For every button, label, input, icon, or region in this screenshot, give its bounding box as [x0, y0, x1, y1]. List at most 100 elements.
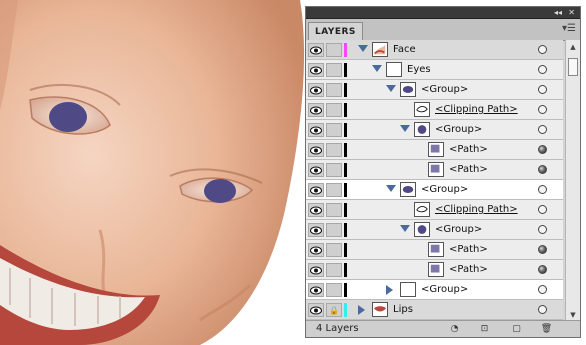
lock-toggle[interactable] — [326, 43, 342, 57]
target-circle-icon[interactable] — [538, 85, 547, 94]
target-circle-icon[interactable] — [538, 145, 547, 154]
layer-name[interactable]: <Clipping Path> — [435, 203, 518, 217]
lock-toggle[interactable] — [326, 223, 342, 237]
expanded-triangle-icon[interactable] — [386, 85, 396, 92]
visibility-eye-icon[interactable] — [308, 43, 324, 57]
layer-row[interactable]: Eyes — [306, 60, 563, 80]
layer-row[interactable]: <Group> — [306, 120, 563, 140]
layer-name[interactable]: Lips — [393, 303, 413, 317]
target-circle-icon[interactable] — [538, 105, 547, 114]
layer-row[interactable]: <Group> — [306, 280, 563, 300]
expanded-triangle-icon[interactable] — [372, 65, 382, 72]
close-icon[interactable]: ✕ — [568, 7, 575, 18]
layer-name[interactable]: <Path> — [449, 163, 488, 177]
lock-toggle[interactable] — [326, 143, 342, 157]
layer-row[interactable]: Face — [306, 40, 563, 60]
layer-name[interactable]: Face — [393, 43, 416, 57]
panel-menu-icon[interactable]: ▾☰ — [562, 23, 576, 34]
target-circle-icon[interactable] — [538, 225, 547, 234]
expanded-triangle-icon[interactable] — [400, 125, 410, 132]
collapsed-triangle-icon[interactable] — [386, 285, 393, 295]
layer-row[interactable]: <Clipping Path> — [306, 100, 563, 120]
layer-name[interactable]: <Path> — [449, 263, 488, 277]
layer-row[interactable]: <Path> — [306, 240, 563, 260]
layer-row[interactable]: <Path> — [306, 260, 563, 280]
lock-toggle[interactable] — [326, 103, 342, 117]
layer-name[interactable]: <Group> — [435, 123, 482, 137]
lock-toggle[interactable] — [326, 163, 342, 177]
tab-layers[interactable]: LAYERS — [308, 22, 363, 41]
collapse-icon[interactable]: ◂◂ — [554, 7, 562, 18]
lock-toggle[interactable] — [326, 203, 342, 217]
visibility-eye-icon[interactable] — [308, 203, 324, 217]
scroll-down-icon[interactable]: ▼ — [568, 310, 578, 320]
layer-name[interactable]: <Group> — [421, 283, 468, 297]
target-circle-icon[interactable] — [538, 285, 547, 294]
layer-thumbnail — [386, 62, 402, 77]
layer-color-swatch — [344, 43, 347, 57]
layer-name[interactable]: <Clipping Path> — [435, 103, 518, 117]
target-circle-icon[interactable] — [538, 185, 547, 194]
collapsed-triangle-icon[interactable] — [358, 305, 365, 315]
delete-icon[interactable]: 🗑 — [540, 323, 553, 335]
target-circle-icon[interactable] — [538, 65, 547, 74]
layer-name[interactable]: <Group> — [421, 183, 468, 197]
layer-name[interactable]: <Path> — [449, 143, 488, 157]
layer-row[interactable]: <Group> — [306, 220, 563, 240]
layer-row[interactable]: <Path> — [306, 160, 563, 180]
lock-toggle[interactable] — [326, 283, 342, 297]
lock-toggle[interactable] — [326, 263, 342, 277]
target-circle-icon[interactable] — [538, 245, 547, 254]
target-circle-icon[interactable] — [538, 265, 547, 274]
visibility-eye-icon[interactable] — [308, 63, 324, 77]
layer-row[interactable]: 🔒 Lips — [306, 300, 563, 320]
make-clipping-mask-icon[interactable]: ◔ — [448, 323, 461, 335]
visibility-eye-icon[interactable] — [308, 223, 324, 237]
expanded-triangle-icon[interactable] — [386, 185, 396, 192]
layer-thumbnail — [428, 162, 444, 177]
scroll-thumb[interactable] — [568, 58, 578, 76]
layer-row[interactable]: <Group> — [306, 80, 563, 100]
visibility-eye-icon[interactable] — [308, 283, 324, 297]
layer-color-swatch — [344, 303, 347, 317]
scroll-up-icon[interactable]: ▲ — [568, 42, 578, 52]
create-layer-icon[interactable]: ▢ — [510, 323, 523, 335]
expanded-triangle-icon[interactable] — [358, 45, 368, 52]
expanded-triangle-icon[interactable] — [400, 225, 410, 232]
visibility-eye-icon[interactable] — [308, 143, 324, 157]
panel-titlebar[interactable]: ◂◂ ✕ — [306, 7, 580, 19]
create-sublayer-icon[interactable]: ⊡ — [478, 323, 491, 335]
visibility-eye-icon[interactable] — [308, 103, 324, 117]
layer-row[interactable]: <Clipping Path> — [306, 200, 563, 220]
lock-toggle[interactable] — [326, 83, 342, 97]
layer-thumbnail — [400, 282, 416, 297]
layer-color-swatch — [344, 183, 347, 197]
target-circle-icon[interactable] — [538, 165, 547, 174]
visibility-eye-icon[interactable] — [308, 183, 324, 197]
visibility-eye-icon[interactable] — [308, 263, 324, 277]
target-circle-icon[interactable] — [538, 125, 547, 134]
layer-row[interactable]: <Group> — [306, 180, 563, 200]
layer-color-swatch — [344, 203, 347, 217]
layer-name[interactable]: <Group> — [421, 83, 468, 97]
layers-scrollbar[interactable]: ▲ ▼ — [565, 40, 580, 322]
lock-toggle[interactable] — [326, 123, 342, 137]
layer-thumbnail — [400, 82, 416, 97]
lock-toggle[interactable] — [326, 183, 342, 197]
visibility-eye-icon[interactable] — [308, 303, 324, 317]
layer-name[interactable]: <Path> — [449, 243, 488, 257]
lock-toggle[interactable] — [326, 243, 342, 257]
target-circle-icon[interactable] — [538, 305, 547, 314]
layer-name[interactable]: <Group> — [435, 223, 482, 237]
lock-icon[interactable]: 🔒 — [326, 303, 342, 317]
layer-name[interactable]: Eyes — [407, 63, 431, 77]
visibility-eye-icon[interactable] — [308, 163, 324, 177]
visibility-eye-icon[interactable] — [308, 243, 324, 257]
target-circle-icon[interactable] — [538, 205, 547, 214]
target-circle-icon[interactable] — [538, 45, 547, 54]
visibility-eye-icon[interactable] — [308, 123, 324, 137]
layer-thumbnail — [414, 122, 430, 137]
layer-row[interactable]: <Path> — [306, 140, 563, 160]
visibility-eye-icon[interactable] — [308, 83, 324, 97]
lock-toggle[interactable] — [326, 63, 342, 77]
